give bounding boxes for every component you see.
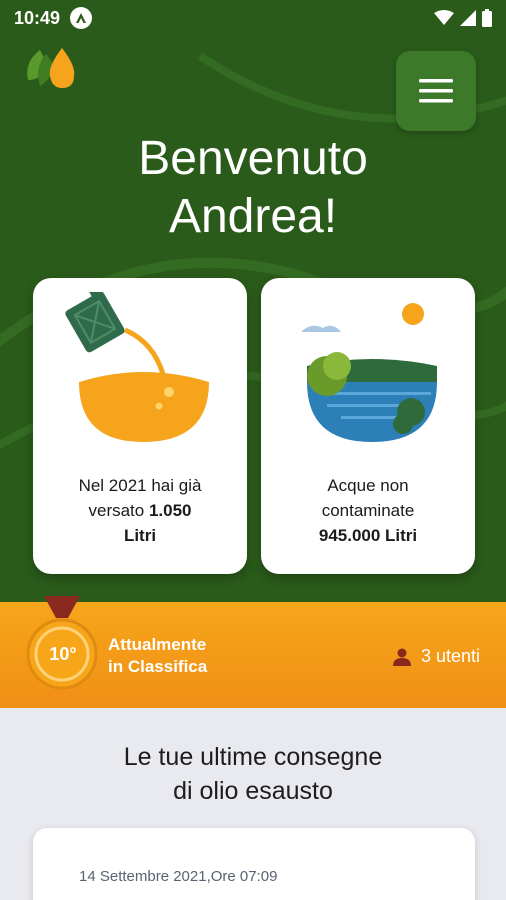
water-card-line-1: Acque non (327, 476, 409, 495)
welcome-header: Benvenuto Andrea! Nel 2021 hai già versa… (0, 36, 506, 602)
oil-liters-value: 1.050 (148, 501, 192, 520)
water-saved-card[interactable]: Acque non contaminate 945.000 Litri (261, 278, 475, 574)
status-bar: 10:49 (0, 0, 506, 36)
ranking-label-line-2: in Classifica (108, 657, 208, 676)
welcome-title: Benvenuto Andrea! (0, 130, 506, 246)
android-notification-icon (70, 7, 93, 29)
ranking-banner[interactable]: 10° Attualmente in Classifica 3 utenti (0, 596, 506, 708)
delivery-card[interactable]: 14 Settembre 2021,Ore 07:09 (33, 828, 475, 900)
oil-liters-unit: Litri (123, 526, 157, 545)
user-icon (392, 648, 411, 666)
clean-water-illustration (301, 303, 437, 442)
signal-icon (460, 10, 476, 26)
welcome-line-1: Benvenuto (138, 132, 368, 185)
status-time: 10:49 (14, 7, 61, 28)
oil-card-prefix: versato (88, 501, 149, 520)
deliveries-title-line-1: Le tue ultime consegne (123, 743, 383, 771)
oil-delivered-card[interactable]: Nel 2021 hai già versato 1.050 Litri (33, 278, 247, 574)
water-card-text: Acque non contaminate 945.000 Litri (261, 473, 475, 548)
menu-button[interactable] (396, 51, 476, 131)
delivery-date: 14 Settembre 2021,Ore 07:09 (79, 868, 278, 885)
hamburger-menu-icon (419, 79, 453, 103)
oil-card-text: Nel 2021 hai già versato 1.050 Litri (33, 473, 247, 548)
welcome-user-name: Andrea! (168, 190, 338, 243)
ranking-position: 10° (49, 644, 77, 664)
water-card-line-2: contaminate (321, 501, 415, 520)
wifi-icon (434, 10, 454, 25)
oil-canister-illustration (65, 292, 209, 442)
ranking-label: Attualmente in Classifica (108, 634, 207, 678)
deliveries-title-line-2: di olio esausto (173, 777, 333, 805)
oil-card-line-2: versato 1.050 (43, 498, 237, 523)
oil-card-line-1: Nel 2021 hai già (78, 476, 202, 495)
water-liters-value: 945.000 Litri (318, 526, 418, 545)
ranking-users-count: 3 utenti (420, 646, 480, 666)
ranking-users: 3 utenti (392, 646, 480, 667)
battery-icon (482, 9, 492, 27)
ranking-label-line-1: Attualmente (108, 635, 207, 654)
deliveries-section-title: Le tue ultime consegne di olio esausto (0, 740, 506, 808)
app-logo (24, 46, 78, 95)
